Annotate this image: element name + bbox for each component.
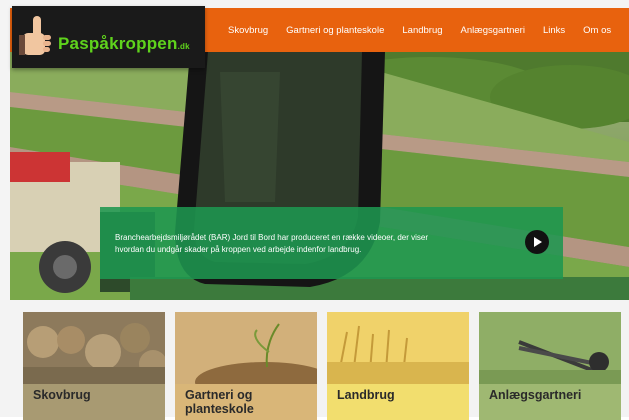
video-banner: Branchearbejdsmiljørådet (BAR) Jord til …	[100, 207, 563, 279]
play-icon[interactable]	[525, 230, 549, 254]
thumbs-up-icon	[19, 16, 51, 55]
card-gartneri[interactable]: Gartneri og planteskole	[175, 312, 317, 420]
card-gartneri-label: Gartneri og planteskole	[175, 384, 317, 420]
card-landbrug-label: Landbrug	[327, 384, 469, 420]
card-skovbrug-label: Skovbrug	[23, 384, 165, 420]
card-skovbrug[interactable]: Skovbrug	[23, 312, 165, 420]
card-anlaegsgartneri-label: Anlægsgartneri	[479, 384, 621, 420]
category-cards: Skovbrug Gartneri og planteskole Landbru…	[0, 300, 629, 420]
card-gartneri-image	[175, 312, 317, 384]
card-landbrug-image	[327, 312, 469, 384]
card-landbrug[interactable]: Landbrug	[327, 312, 469, 420]
card-anlaegsgartneri-image	[479, 312, 621, 384]
main-nav: Skovbrug Gartneri og planteskole Landbru…	[228, 8, 629, 52]
banner-text: Branchearbejdsmiljørådet (BAR) Jord til …	[115, 233, 429, 254]
hero-video-area: Branchearbejdsmiljørådet (BAR) Jord til …	[10, 52, 629, 300]
site-logo[interactable]: Paspåkroppen.dk	[12, 6, 205, 68]
logo-text: Paspåkroppen.dk	[58, 34, 190, 53]
page: Paspåkroppen.dk Skovbrug Gartneri og pla…	[0, 0, 629, 420]
logo-tld: .dk	[177, 42, 190, 51]
card-skovbrug-title: Skovbrug	[33, 388, 91, 402]
nav-item-anlaegsgartneri[interactable]: Anlægsgartneri	[461, 25, 525, 36]
card-landbrug-title: Landbrug	[337, 388, 395, 402]
nav-item-links[interactable]: Links	[543, 25, 565, 36]
nav-item-landbrug[interactable]: Landbrug	[402, 25, 442, 36]
card-anlaegsgartneri-title: Anlægsgartneri	[489, 388, 582, 402]
card-anlaegsgartneri[interactable]: Anlægsgartneri	[479, 312, 621, 420]
card-skovbrug-image	[23, 312, 165, 384]
nav-item-skovbrug[interactable]: Skovbrug	[228, 25, 268, 36]
nav-item-om-os[interactable]: Om os	[583, 25, 611, 36]
nav-item-gartneri[interactable]: Gartneri og planteskole	[286, 25, 384, 36]
card-gartneri-title: Gartneri og planteskole	[185, 388, 254, 416]
